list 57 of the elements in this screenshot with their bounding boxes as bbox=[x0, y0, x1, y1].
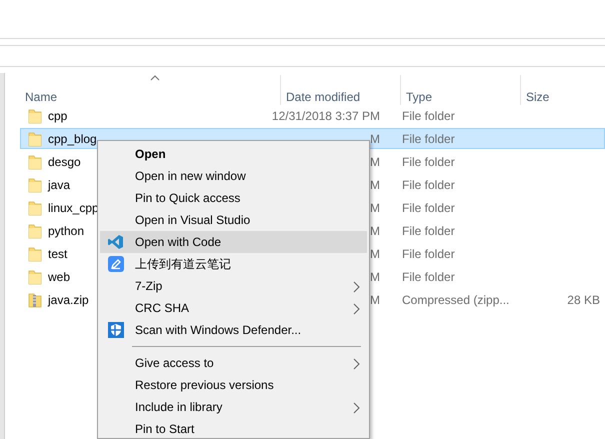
file-name: java bbox=[48, 178, 70, 192]
menu-item[interactable]: 上传到有道云笔记 bbox=[100, 253, 367, 275]
date-cell-text: M bbox=[369, 246, 380, 262]
date-cell-text: M bbox=[369, 130, 380, 146]
note-icon bbox=[108, 256, 124, 272]
date-cell-text: M bbox=[369, 176, 380, 192]
file-name: python bbox=[48, 224, 84, 238]
menu-item[interactable]: 7-Zip bbox=[100, 275, 367, 297]
menu-item[interactable]: Pin to Start bbox=[100, 418, 367, 438]
type-cell-text: File folder bbox=[402, 132, 456, 146]
date-cell-text: M bbox=[369, 292, 380, 308]
menu-item[interactable]: Open in Visual Studio bbox=[100, 209, 367, 231]
type-cell-text: File folder bbox=[402, 108, 456, 122]
type-cell-text: File folder bbox=[402, 154, 456, 168]
shield-icon bbox=[108, 322, 124, 338]
type-cell-text: File folder bbox=[402, 246, 456, 260]
date-cell-text: M bbox=[369, 268, 380, 284]
folder-icon bbox=[28, 154, 42, 170]
type-cell-text: File folder bbox=[402, 200, 456, 214]
column-header[interactable]: Type bbox=[401, 75, 521, 105]
type-cell-text: File folder bbox=[402, 270, 456, 284]
menu-item[interactable]: Open in new window bbox=[100, 165, 367, 187]
column-header[interactable]: Size bbox=[521, 75, 601, 105]
file-name: desgo bbox=[48, 154, 81, 168]
column-header[interactable]: Date modified bbox=[281, 75, 401, 105]
type-cell-text: File folder bbox=[402, 178, 456, 192]
file-name: linux_cpp bbox=[48, 200, 99, 214]
menu-item[interactable]: Pin to Quick access bbox=[100, 187, 367, 209]
menu-item[interactable]: Scan with Windows Defender... bbox=[100, 319, 367, 341]
file-name: cpp bbox=[48, 108, 68, 122]
menu-item[interactable]: Include in library bbox=[100, 396, 367, 418]
file-name: java.zip bbox=[48, 292, 89, 306]
date-cell-text: M bbox=[369, 222, 380, 238]
folder-icon bbox=[28, 268, 42, 284]
type-cell-text: File folder bbox=[402, 224, 456, 238]
file-name: cpp_blog bbox=[48, 132, 97, 146]
zip-folder-icon bbox=[28, 292, 42, 308]
menu-item[interactable]: CRC SHA bbox=[100, 297, 367, 319]
folder-icon bbox=[28, 222, 42, 238]
folder-icon bbox=[28, 130, 42, 146]
date-cell-text: M bbox=[369, 154, 380, 170]
menu-item[interactable]: Give access to bbox=[100, 352, 367, 374]
folder-icon bbox=[28, 200, 42, 216]
column-header[interactable]: Name bbox=[20, 75, 281, 105]
code-editor-icon bbox=[108, 234, 124, 250]
folder-icon bbox=[28, 176, 42, 192]
type-cell-text: Compressed (zipp... bbox=[402, 292, 510, 306]
file-name: test bbox=[48, 246, 68, 260]
scrollbar[interactable] bbox=[0, 73, 5, 439]
folder-icon bbox=[28, 246, 42, 262]
menu-item[interactable]: Open with Code bbox=[100, 231, 367, 253]
date-cell-text: 12/31/2018 3:37 PM bbox=[270, 108, 380, 124]
date-cell-text: M bbox=[369, 200, 380, 216]
size-cell-text: 28 KB bbox=[566, 292, 600, 306]
menu-item[interactable]: Restore previous versions bbox=[100, 374, 367, 396]
file-name: web bbox=[48, 270, 70, 284]
folder-icon bbox=[28, 108, 42, 124]
